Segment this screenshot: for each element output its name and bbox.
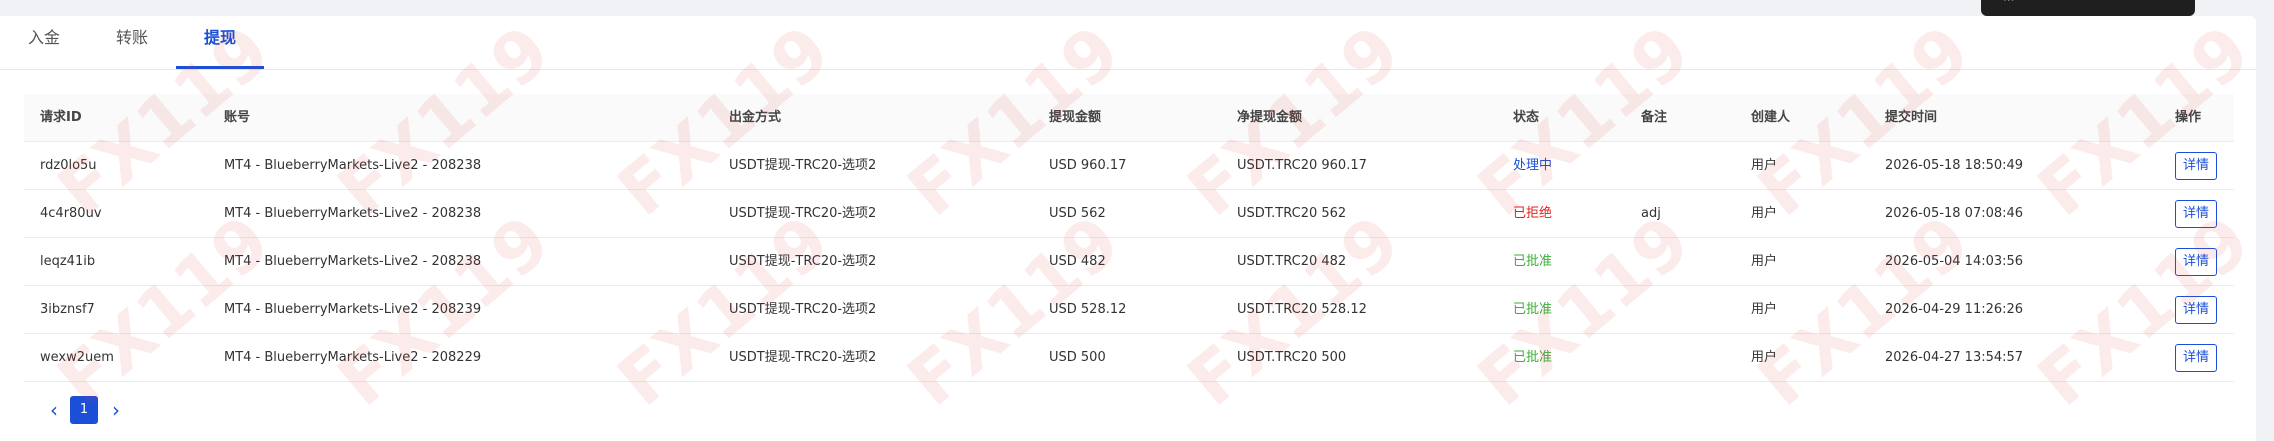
method: USDT提现-TRC20-选项2 — [729, 206, 877, 221]
creator: 用户 — [1751, 158, 1778, 173]
table-header: 请求ID 账号 出金方式 提现金额 净提现金额 状态 备注 创建人 提交时间 操… — [24, 94, 2234, 142]
method: USDT提现-TRC20-选项2 — [729, 254, 877, 269]
header-status: 状态 — [1513, 110, 1540, 125]
submit-time: 2026-05-18 18:50:49 — [1885, 158, 2024, 173]
method: USDT提现-TRC20-选项2 — [729, 350, 877, 365]
request-id: wexw2uem — [40, 350, 114, 365]
net-amount: USDT.TRC20 562 — [1237, 206, 1347, 221]
detail-button[interactable]: 详情 — [2175, 248, 2217, 276]
detail-button[interactable]: 详情 — [2175, 152, 2217, 180]
request-id: rdz0lo5u — [40, 158, 97, 173]
amount: USD 562 — [1049, 206, 1106, 221]
amount: USD 482 — [1049, 254, 1106, 269]
page-button-current[interactable]: 1 — [70, 396, 98, 424]
method: USDT提现-TRC20-选项2 — [729, 302, 877, 317]
tab-bar: 入金 转账 提现 — [0, 16, 2256, 70]
request-id: 4c4r80uv — [40, 206, 102, 221]
table-row: 4c4r80uv MT4 - BlueberryMarkets-Live2 - … — [24, 190, 2234, 238]
request-id: 3ibznsf7 — [40, 302, 95, 317]
detail-button[interactable]: 详情 — [2175, 200, 2217, 228]
withdrawal-table: 请求ID 账号 出金方式 提现金额 净提现金额 状态 备注 创建人 提交时间 操… — [24, 94, 2234, 382]
table-row: wexw2uem MT4 - BlueberryMarkets-Live2 - … — [24, 334, 2234, 382]
tab-transfer[interactable]: 转账 — [116, 28, 148, 70]
table-row: leqz41ib MT4 - BlueberryMarkets-Live2 - … — [24, 238, 2234, 286]
tab-deposit[interactable]: 入金 — [28, 28, 60, 70]
net-amount: USDT.TRC20 528.12 — [1237, 302, 1367, 317]
header-action: 操作 — [2175, 110, 2202, 125]
note: adj — [1641, 206, 1661, 221]
request-id: leqz41ib — [40, 254, 96, 269]
net-amount: USDT.TRC20 960.17 — [1237, 158, 1367, 173]
submit-time: 2026-04-29 11:26:26 — [1885, 302, 2024, 317]
detail-button[interactable]: 详情 — [2175, 296, 2217, 324]
account: MT4 - BlueberryMarkets-Live2 - 208238 — [224, 158, 482, 173]
header-creator: 创建人 — [1751, 110, 1791, 125]
submit-time: 2026-04-27 13:54:57 — [1885, 350, 2024, 365]
net-amount: USDT.TRC20 500 — [1237, 350, 1347, 365]
table-row: rdz0lo5u MT4 - BlueberryMarkets-Live2 - … — [24, 142, 2234, 190]
account: MT4 - BlueberryMarkets-Live2 - 208229 — [224, 350, 482, 365]
status-badge: 处理中 — [1513, 158, 1553, 173]
creator: 用户 — [1751, 350, 1778, 365]
account: MT4 - BlueberryMarkets-Live2 - 208239 — [224, 302, 482, 317]
account: MT4 - BlueberryMarkets-Live2 - 208238 — [224, 254, 482, 269]
creator: 用户 — [1751, 206, 1778, 221]
creator: 用户 — [1751, 302, 1778, 317]
header-method: 出金方式 — [729, 110, 782, 125]
creator: 用户 — [1751, 254, 1778, 269]
status-badge: 已批准 — [1513, 254, 1553, 269]
status-badge: 已批准 — [1513, 350, 1553, 365]
submit-time: 2026-05-04 14:03:56 — [1885, 254, 2024, 269]
header-submit-time: 提交时间 — [1885, 110, 1938, 125]
detail-button[interactable]: 详情 — [2175, 344, 2217, 372]
status-badge: 已批准 — [1513, 302, 1553, 317]
header-account: 账号 — [224, 110, 251, 125]
table-row: 3ibznsf7 MT4 - BlueberryMarkets-Live2 - … — [24, 286, 2234, 334]
chevron-left-icon[interactable]: ‹ — [44, 396, 64, 424]
amount: USD 528.12 — [1049, 302, 1127, 317]
header-net-amount: 净提现金额 — [1237, 110, 1303, 125]
amount: USD 960.17 — [1049, 158, 1127, 173]
account: MT4 - BlueberryMarkets-Live2 - 208238 — [224, 206, 482, 221]
method: USDT提现-TRC20-选项2 — [729, 158, 877, 173]
header-note: 备注 — [1641, 110, 1668, 125]
tab-withdraw[interactable]: 提现 — [204, 28, 236, 70]
tooltip-popover: ··· — [1981, 0, 2195, 16]
chevron-right-icon[interactable]: › — [106, 396, 126, 424]
net-amount: USDT.TRC20 482 — [1237, 254, 1347, 269]
header-request-id: 请求ID — [40, 110, 82, 125]
tooltip-text: ··· — [2003, 0, 2015, 7]
submit-time: 2026-05-18 07:08:46 — [1885, 206, 2024, 221]
status-badge: 已拒绝 — [1513, 206, 1553, 221]
transactions-card: 入金 转账 提现 请求ID 账号 出金方式 提现金额 净提现金额 状态 备注 创… — [0, 16, 2256, 441]
amount: USD 500 — [1049, 350, 1106, 365]
header-amount: 提现金额 — [1049, 110, 1102, 125]
active-tab-indicator — [176, 66, 264, 69]
